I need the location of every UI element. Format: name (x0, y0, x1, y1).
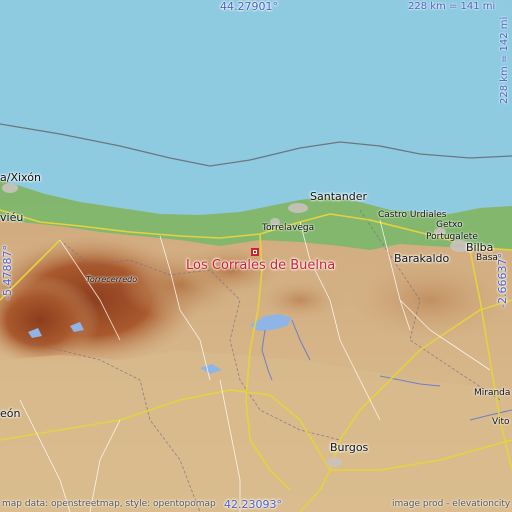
city-label-basauri: Basa (476, 253, 498, 263)
city-label-burgos: Burgos (330, 441, 369, 454)
city-label-gijon: a/Xixón (0, 171, 41, 184)
city-label-bilbao: Bilba (466, 241, 494, 254)
city-label-torrelavega: Torrelavega (262, 223, 315, 233)
map-viewport[interactable]: 44.27901° 42.23093° -5.47887° -2.66637° … (0, 0, 512, 512)
main-place-label[interactable]: Los Corrales de Buelna (186, 259, 335, 272)
scale-vertical: 228 km = 142 mi (499, 16, 510, 104)
city-label-barakaldo: Barakaldo (394, 252, 450, 265)
coord-top: 44.27901° (220, 0, 278, 13)
city-label-castro-urdiales: Castro Urdiales (378, 210, 447, 220)
city-label-miranda: Miranda d (474, 388, 512, 398)
city-label-santander: Santander (310, 190, 367, 203)
city-label-oviedo: viéu (0, 211, 24, 224)
coord-right: -2.66637° (496, 253, 509, 308)
city-label-getxo: Getxo (436, 220, 463, 230)
coord-left: -5.47887° (1, 245, 14, 300)
city-label-leon: eón (0, 407, 21, 420)
coord-bottom: 42.23093° (224, 498, 282, 511)
location-marker[interactable] (251, 248, 259, 256)
city-label-vitoria: Vito (492, 417, 510, 427)
credit-right: image prod - elevationcity (392, 499, 511, 509)
scale-horizontal: 228 km = 141 mi (408, 1, 496, 12)
credit-left: map data: openstreetmap, style: opentopo… (2, 499, 216, 509)
village-label-torrecerredo: Torrecerredo (86, 275, 138, 284)
